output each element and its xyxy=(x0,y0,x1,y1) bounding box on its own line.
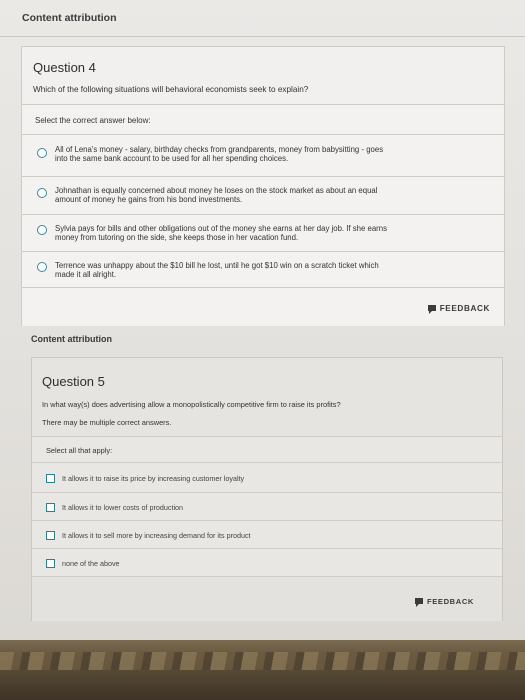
question-5-note: There may be multiple correct answers. xyxy=(42,418,172,427)
select-note-row: Select the correct answer below: xyxy=(22,104,504,135)
select-note: Select all that apply: xyxy=(46,446,113,455)
checkbox[interactable] xyxy=(46,474,55,483)
radio-button[interactable] xyxy=(37,148,47,158)
option-line: into the same bank account to be used fo… xyxy=(55,154,289,164)
feedback-button[interactable]: FEEDBACK xyxy=(427,304,490,314)
feedback-row: FEEDBACK xyxy=(22,287,504,326)
option-text: It allows it to sell more by increasing … xyxy=(62,531,251,540)
feedback-icon xyxy=(415,598,423,607)
page: Content attribution Question 4 Which of … xyxy=(0,0,525,640)
option-line: money from tutoring on the side, she kee… xyxy=(55,233,299,243)
checkbox-option-2[interactable]: It allows it to lower costs of productio… xyxy=(32,492,502,521)
select-note-row: Select all that apply: xyxy=(32,436,502,463)
question-4-title: Question 4 xyxy=(33,60,96,75)
feedback-icon xyxy=(427,305,436,314)
option-line: made it all alright. xyxy=(55,270,117,280)
checkbox-option-3[interactable]: It allows it to sell more by increasing … xyxy=(32,520,502,549)
option-line: Sylvia pays for bills and other obligati… xyxy=(55,224,387,233)
answer-option-2[interactable]: Johnathan is equally concerned about mon… xyxy=(22,176,504,215)
checkbox-option-4[interactable]: none of the above xyxy=(32,548,502,577)
option-text: none of the above xyxy=(62,559,120,568)
content-attribution-mid[interactable]: Content attribution xyxy=(31,334,112,344)
radio-button[interactable] xyxy=(37,188,47,198)
radio-button[interactable] xyxy=(37,225,47,235)
option-text: Johnathan is equally concerned about mon… xyxy=(55,186,377,204)
answer-option-1[interactable]: All of Lena's money - salary, birthday c… xyxy=(22,134,504,177)
option-text: It allows it to raise its price by incre… xyxy=(62,474,245,483)
feedback-label: FEEDBACK xyxy=(439,304,490,313)
option-line: All of Lena's money - salary, birthday c… xyxy=(55,145,384,154)
checkbox[interactable] xyxy=(46,503,55,512)
question-4-card: Question 4 Which of the following situat… xyxy=(21,46,505,326)
option-text: All of Lena's money - salary, birthday c… xyxy=(55,145,383,163)
option-line: amount of money he gains from his bond i… xyxy=(55,195,243,205)
desk-texture xyxy=(0,652,525,670)
feedback-row: FEEDBACK xyxy=(32,576,502,621)
option-line: Terrence was unhappy about the $10 bill … xyxy=(55,261,379,270)
content-attribution-top[interactable]: Content attribution xyxy=(22,12,116,24)
feedback-label: FEEDBACK xyxy=(427,597,474,606)
radio-button[interactable] xyxy=(37,262,47,272)
question-5-title: Question 5 xyxy=(42,374,105,389)
desk-surface xyxy=(0,640,525,700)
question-5-card: Question 5 In what way(s) does advertisi… xyxy=(31,357,503,621)
checkbox[interactable] xyxy=(46,531,55,540)
answer-option-4[interactable]: Terrence was unhappy about the $10 bill … xyxy=(22,251,504,288)
checkbox-option-1[interactable]: It allows it to raise its price by incre… xyxy=(32,462,502,493)
question-4-text: Which of the following situations will b… xyxy=(33,85,309,94)
option-text: It allows it to lower costs of productio… xyxy=(62,503,184,512)
answer-option-3[interactable]: Sylvia pays for bills and other obligati… xyxy=(22,214,504,252)
feedback-button[interactable]: FEEDBACK xyxy=(415,597,474,607)
divider xyxy=(0,36,525,37)
option-text: Sylvia pays for bills and other obligati… xyxy=(55,224,387,242)
option-line: Johnathan is equally concerned about mon… xyxy=(55,186,378,195)
checkbox[interactable] xyxy=(46,559,55,568)
select-note: Select the correct answer below: xyxy=(35,116,151,125)
option-text: Terrence was unhappy about the $10 bill … xyxy=(55,261,379,279)
question-5-text: In what way(s) does advertising allow a … xyxy=(42,400,341,409)
